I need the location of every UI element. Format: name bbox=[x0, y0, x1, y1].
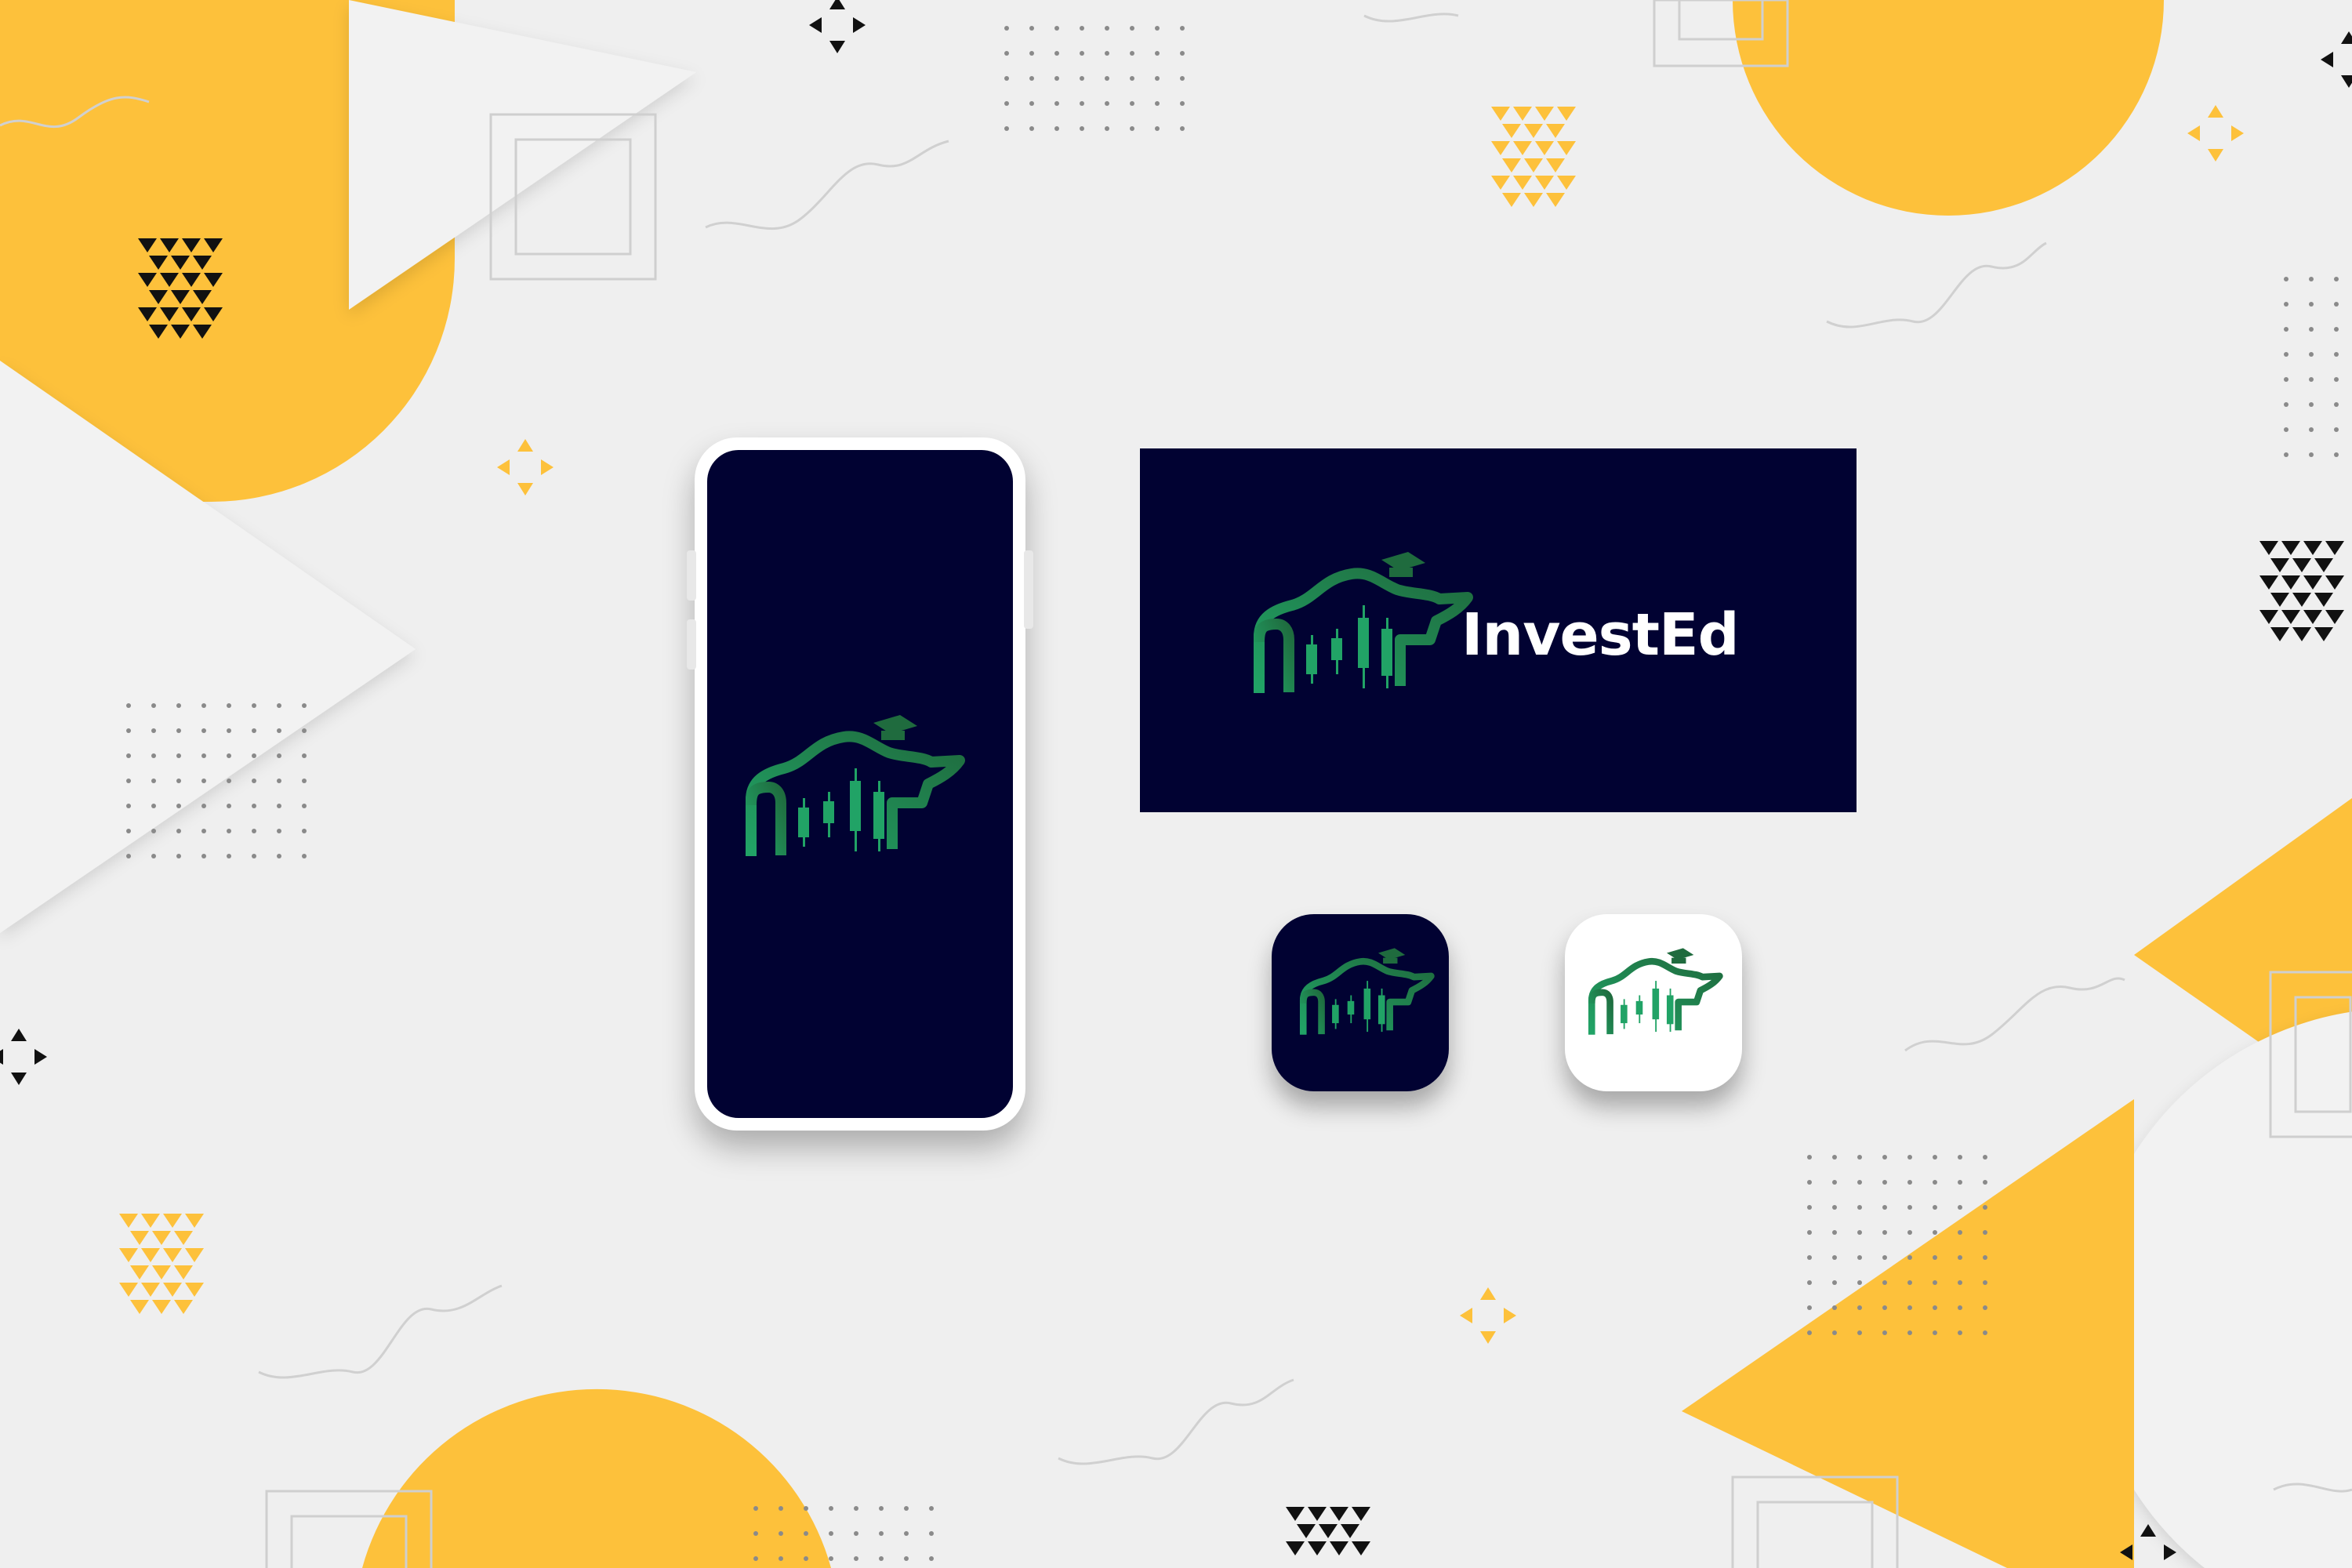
phone-side-button bbox=[1024, 550, 1033, 629]
app-icon-light bbox=[1565, 914, 1742, 1091]
logo-mark-icon bbox=[1243, 543, 1479, 715]
phone-splash-screen bbox=[707, 450, 1013, 1118]
dot-grid bbox=[985, 19, 1185, 144]
horizontal-logo-banner: InvestEd bbox=[1140, 448, 1857, 812]
app-icon-dark bbox=[1272, 914, 1449, 1091]
dot-grid bbox=[2283, 263, 2352, 464]
white-triangle bbox=[349, 0, 696, 310]
phone-side-button bbox=[687, 550, 696, 601]
dot-grid bbox=[753, 1486, 953, 1562]
brand-wordmark: InvestEd bbox=[1461, 601, 1740, 669]
phone-mockup bbox=[687, 437, 1033, 1131]
dot-grid bbox=[119, 698, 320, 873]
yellow-half-disc bbox=[1733, 0, 2164, 216]
phone-side-button bbox=[687, 619, 696, 670]
logo-mark-icon bbox=[735, 706, 971, 878]
logo-mark-icon bbox=[1294, 942, 1438, 1048]
dot-grid bbox=[1788, 1142, 1988, 1342]
logo-mark-icon bbox=[1582, 942, 1726, 1048]
